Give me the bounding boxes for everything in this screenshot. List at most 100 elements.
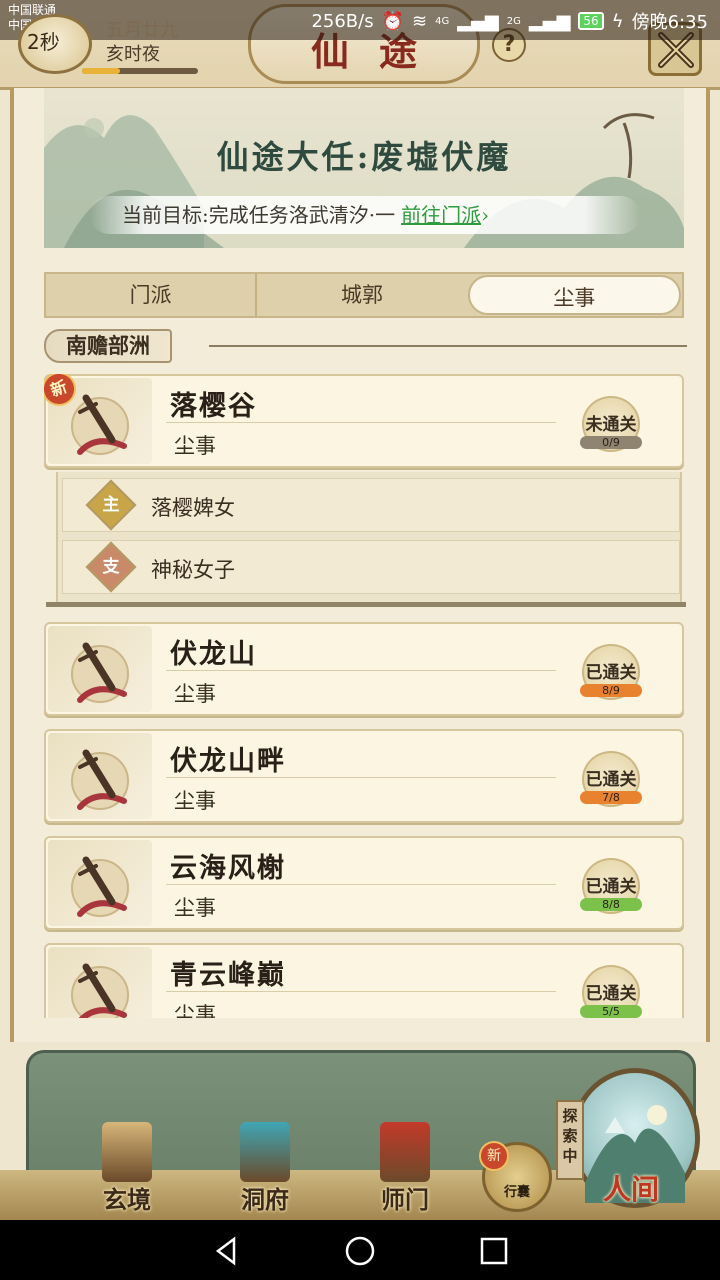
alarm-icon: ⏰ [381,10,405,32]
new-badge: 新 [479,1141,509,1171]
nav-dongfu[interactable]: 洞府 [210,1122,320,1214]
area-card[interactable]: 新 落樱谷 尘事 未通关 0/9 主 落樱婢女 支 神秘女子 [44,374,686,607]
sword-emblem-icon [71,394,129,455]
clear-status-badge: 未通关 0/9 [574,396,648,456]
area-emblem [48,626,152,712]
section-divider [46,602,686,607]
area-divider [166,670,556,671]
banner-flag-icon [380,1122,430,1182]
side-quest-icon: 支 [85,541,137,593]
signal-icon-2: ▂▄▆ [528,10,571,32]
area-type: 尘事 [174,789,216,813]
area-divider [166,777,556,778]
scroll-icon [102,1122,152,1182]
area-name: 伏龙山 [170,639,257,670]
exploring-tag: 探索中 [556,1100,584,1180]
sword-emblem-icon [71,963,129,1018]
pavilion-icon [240,1122,290,1182]
lunar-date: 五月廿九 [106,20,178,41]
area-name: 青云峰巅 [170,960,286,991]
tab-sect[interactable]: 门派 [46,274,255,316]
area-divider [166,884,556,885]
progress-bar: 5/5 [580,1005,642,1018]
time-progress-fill [82,68,121,74]
clear-status-text: 已通关 [585,770,637,790]
area-divider [166,991,556,992]
region-label: 南赡部洲 [44,329,172,363]
recent-apps-icon[interactable] [480,1236,508,1266]
area-emblem [48,840,152,926]
nav-label: 玄境 [103,1185,151,1214]
status-indicators: 256B/s ⏰ ≋ 4G ▂▄▆ 2G ▂▄▆ 56 ϟ 傍晚6:35 [311,8,708,34]
back-icon[interactable] [212,1236,242,1266]
sword-emblem-icon [71,856,129,917]
arrow-right-icon: › [481,203,490,227]
home-icon[interactable] [344,1236,376,1266]
region-divider [209,345,687,347]
nav-shimen[interactable]: 师门 [350,1122,460,1214]
clear-status-text: 未通关 [585,415,637,435]
system-nav-bar [0,1220,720,1280]
area-type: 尘事 [174,682,216,706]
charging-icon: ϟ [611,10,624,32]
signal-4g: 4G [435,15,450,27]
area-list[interactable]: 新 落樱谷 尘事 未通关 0/9 主 落樱婢女 支 神秘女子 伏龙山 尘事 已通… [44,374,688,1018]
tab-city[interactable]: 城郭 [255,274,466,316]
quest-banner: 仙途大任:废墟伏魔 当前目标:完成任务洛武清汐·一 前往门派› [44,88,684,248]
clock: 傍晚6:35 [631,12,708,33]
clear-status-badge: 已通关 7/8 [574,751,648,811]
wifi-icon: ≋ [412,10,428,32]
sword-emblem-icon [71,642,129,703]
area-card[interactable]: 青云峰巅 尘事 已通关 5/5 [44,943,684,1018]
clear-status-text: 已通关 [585,663,637,683]
sword-emblem-icon [71,749,129,810]
battery-indicator: 56 [578,12,604,30]
area-divider [166,422,556,423]
area-emblem [48,733,152,819]
bottom-nav: 玄境 洞府 师门 新 行囊 探索中 人间 [0,1042,720,1220]
nav-xuanjing[interactable]: 玄境 [72,1122,182,1214]
bag-button[interactable]: 新 行囊 [479,1141,552,1212]
subquest-label: 落樱婢女 [151,496,235,520]
progress-bar: 0/9 [580,436,642,449]
area-name: 云海风榭 [170,853,286,884]
area-card[interactable]: 云海风榭 尘事 已通关 8/8 [44,836,684,930]
area-name: 落樱谷 [170,391,257,422]
clear-status-badge: 已通关 8/9 [574,644,648,704]
main-panel: 仙途大任:废墟伏魔 当前目标:完成任务洛武清汐·一 前往门派› 门派 城郭 尘事 … [10,88,710,1098]
time-of-day: 亥时夜 [106,44,160,65]
quest-title: 仙途大任:废墟伏魔 [216,138,512,176]
clear-status-text: 已通关 [585,984,637,1004]
goal-text: 当前目标:完成任务洛武清汐·一 [122,203,396,227]
subquest-main[interactable]: 主 落樱婢女 [62,478,680,532]
net-speed: 256B/s [311,10,374,32]
progress-bar: 7/8 [580,791,642,804]
subquest-list: 主 落樱婢女 支 神秘女子 [56,472,682,604]
world-label: 人间 [602,1173,659,1206]
area-name: 伏龙山畔 [170,746,286,777]
goto-sect-link[interactable]: 前往门派 [401,203,481,227]
region-header: 南赡部洲 [44,328,172,364]
clear-status-badge: 已通关 5/5 [574,965,648,1018]
area-type: 尘事 [174,896,216,920]
main-quest-icon: 主 [85,479,137,531]
area-card[interactable]: 伏龙山 尘事 已通关 8/9 [44,622,684,716]
signal-icon: ▂▄▆ [457,10,499,32]
nav-label: 师门 [381,1185,429,1214]
category-tabs: 门派 城郭 尘事 [44,272,684,318]
nav-label: 洞府 [241,1185,289,1214]
clear-status-badge: 已通关 8/8 [574,858,648,918]
area-type: 尘事 [174,1003,216,1018]
timer-text: 2秒 [27,30,60,54]
tab-worldly[interactable]: 尘事 [467,275,681,315]
area-card[interactable]: 伏龙山畔 尘事 已通关 7/8 [44,729,684,823]
progress-bar: 8/8 [580,898,642,911]
app-root: 仙途 ? 2秒 五月廿九 亥时夜 中国联通 中国移动 256B/s ⏰ ≋ 4G… [0,0,720,1280]
area-type: 尘事 [174,434,216,458]
time-progress-bar [82,68,198,74]
signal-2g: 2G [506,15,521,27]
subquest-side[interactable]: 支 神秘女子 [62,540,680,594]
area-emblem [48,947,152,1018]
subquest-label: 神秘女子 [151,558,235,582]
bag-label: 行囊 [503,1185,530,1200]
